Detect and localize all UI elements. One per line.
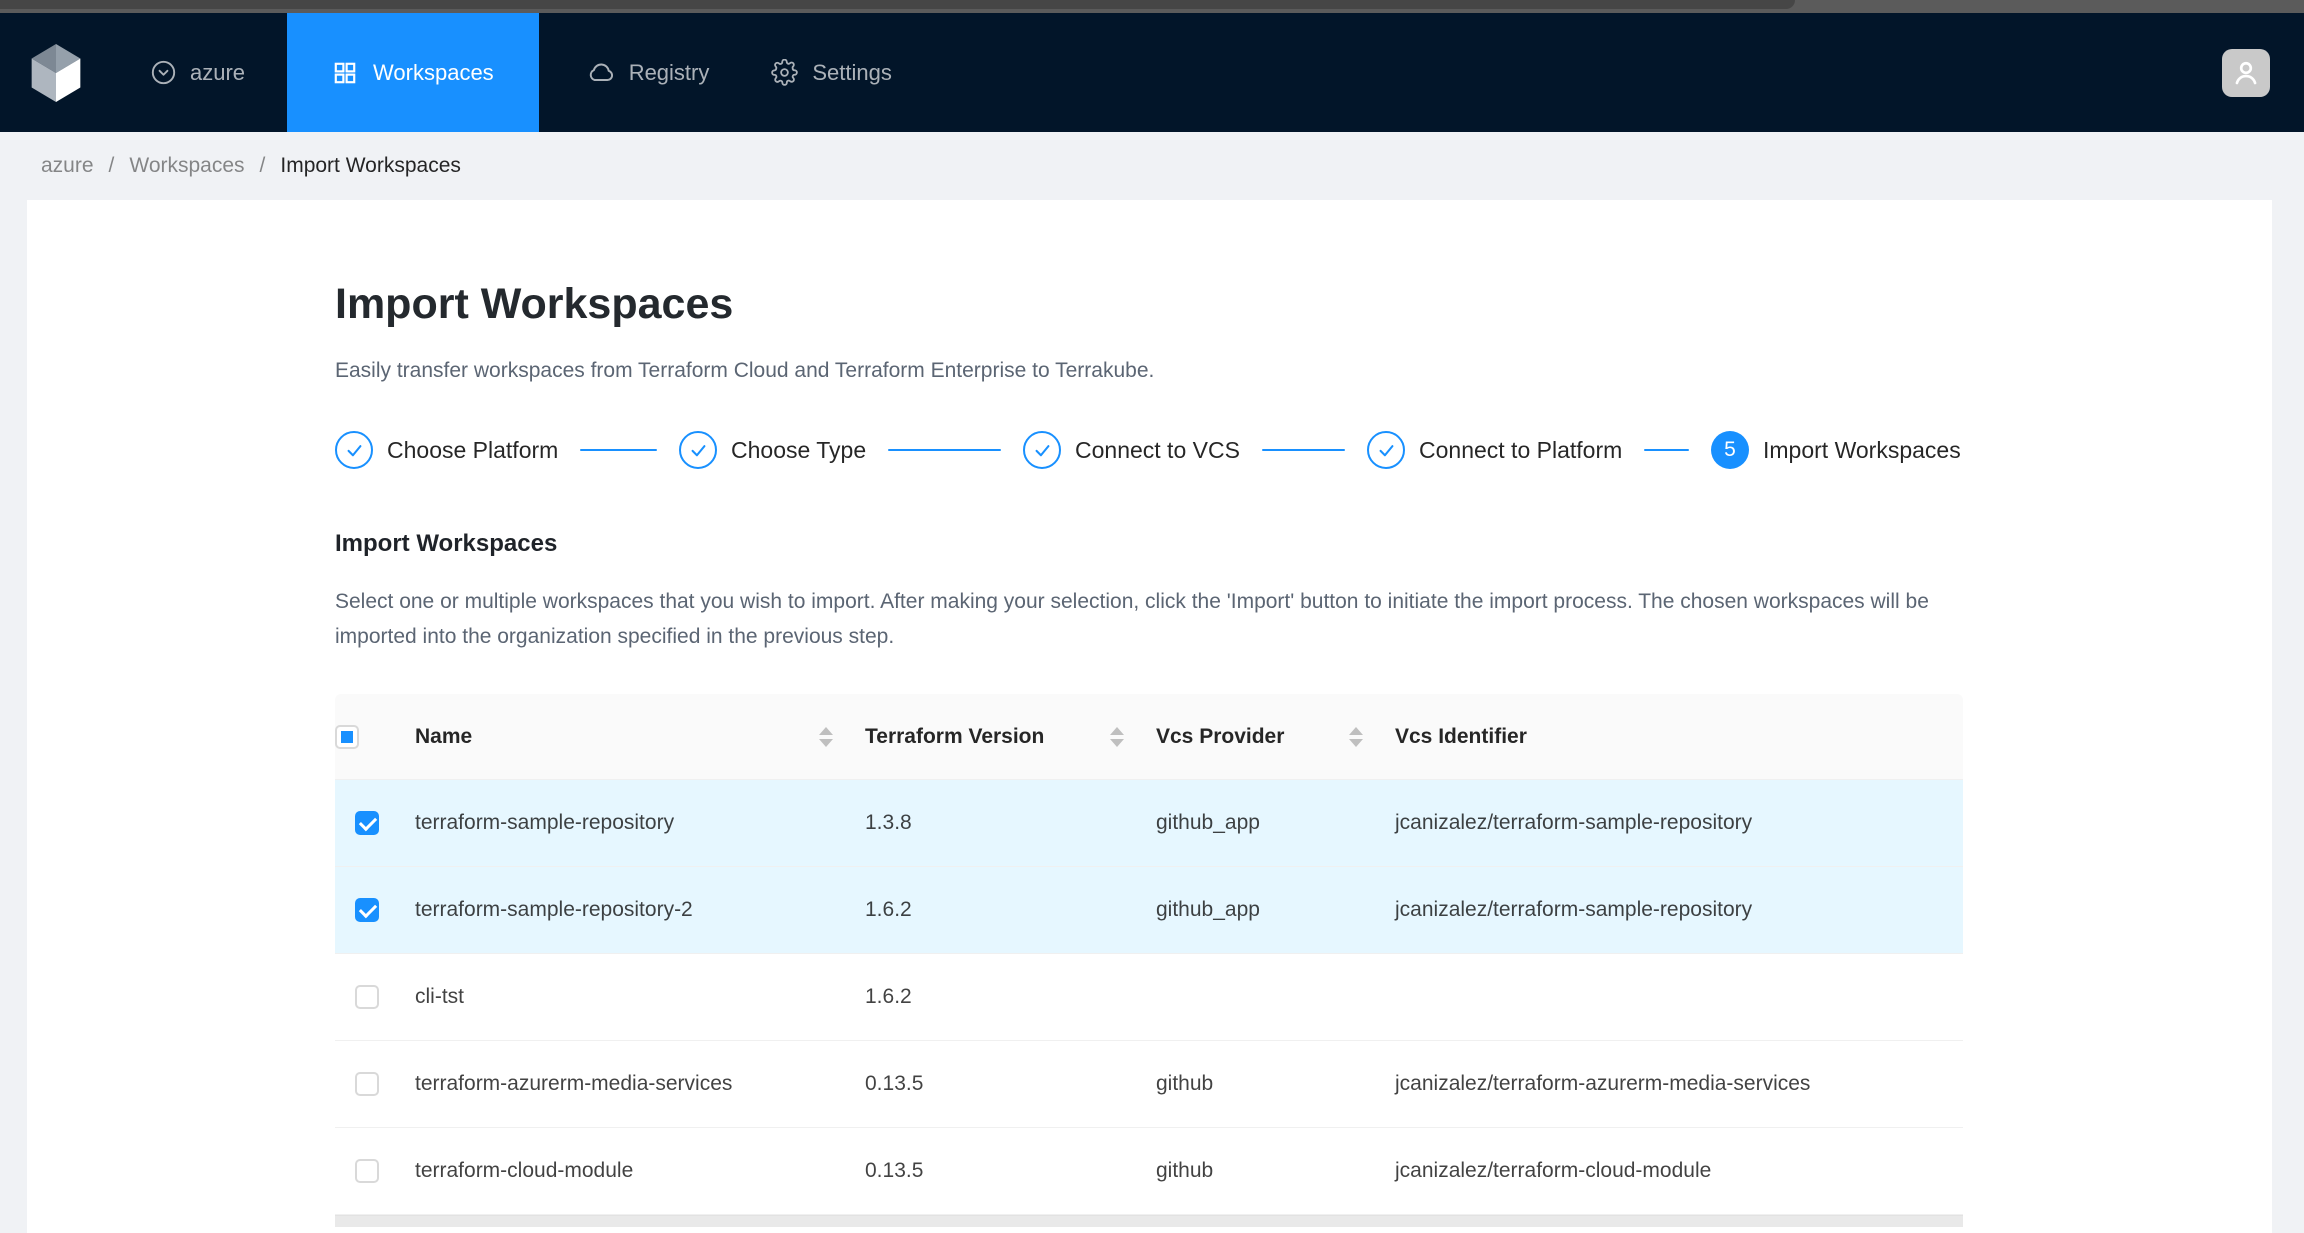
step-connect-to-vcs[interactable]: Connect to VCS	[1023, 431, 1367, 469]
step-label: Connect to Platform	[1419, 437, 1622, 464]
cell-name: terraform-sample-repository	[399, 811, 849, 835]
cell-name: cli-tst	[399, 985, 849, 1009]
user-person-icon	[2230, 57, 2262, 89]
breadcrumb-workspaces[interactable]: Workspaces	[129, 154, 244, 178]
step-connector	[888, 449, 1001, 452]
section-description: Select one or multiple workspaces that y…	[335, 584, 1963, 654]
table-row[interactable]: terraform-sample-repository-2 1.6.2 gith…	[335, 867, 1963, 954]
browser-tab-edge	[0, 0, 1795, 9]
cell-name: terraform-azurerm-media-services	[399, 1072, 849, 1096]
sort-carets-icon	[1110, 727, 1124, 747]
step-import-workspaces: 5 Import Workspaces	[1711, 431, 1961, 469]
cell-terraform-version: 0.13.5	[849, 1159, 1140, 1183]
cell-name: terraform-sample-repository-2	[399, 898, 849, 922]
org-name: azure	[190, 60, 245, 86]
column-header-vcs-provider[interactable]: Vcs Provider	[1140, 694, 1379, 779]
column-header-vcs-identifier: Vcs Identifier	[1379, 694, 1963, 779]
workspaces-table: Name Terraform Version Vcs Provider Vcs …	[335, 694, 1963, 1227]
step-check-icon	[679, 431, 717, 469]
top-navbar: azure Workspaces Registry Settings	[0, 13, 2304, 132]
cell-vcs-provider: github_app	[1140, 811, 1379, 835]
step-number-badge: 5	[1711, 431, 1749, 469]
page-title: Import Workspaces	[335, 278, 1963, 330]
registry-cloud-icon	[587, 59, 615, 87]
cell-terraform-version: 0.13.5	[849, 1072, 1140, 1096]
step-label: Choose Platform	[387, 437, 558, 464]
select-all-checkbox[interactable]	[335, 725, 359, 749]
table-row[interactable]: terraform-sample-repository 1.3.8 github…	[335, 780, 1963, 867]
settings-gear-icon	[771, 59, 798, 86]
breadcrumb-separator: /	[109, 154, 115, 178]
step-check-icon	[1367, 431, 1405, 469]
section-title: Import Workspaces	[335, 527, 1963, 560]
import-stepper: Choose Platform Choose Type Connect to V…	[335, 431, 1963, 469]
cell-vcs-provider: github	[1140, 1159, 1379, 1183]
step-label: Connect to VCS	[1075, 437, 1240, 464]
breadcrumb-org[interactable]: azure	[41, 154, 94, 178]
cell-vcs-identifier: jcanizalez/terraform-cloud-module	[1379, 1159, 1963, 1183]
breadcrumb-current-page: Import Workspaces	[280, 154, 461, 178]
org-switcher[interactable]: azure	[140, 13, 255, 132]
step-connect-to-platform[interactable]: Connect to Platform	[1367, 431, 1711, 469]
cell-vcs-identifier: jcanizalez/terraform-sample-repository	[1379, 811, 1963, 835]
nav-tab-settings-label: Settings	[812, 60, 892, 86]
workspaces-grid-icon	[332, 60, 358, 86]
page-subtitle: Easily transfer workspaces from Terrafor…	[335, 356, 1963, 386]
sort-carets-icon	[1349, 727, 1363, 747]
cell-vcs-identifier: jcanizalez/terraform-sample-repository	[1379, 898, 1963, 922]
step-check-icon	[335, 431, 373, 469]
step-label: Choose Type	[731, 437, 866, 464]
nav-tab-settings[interactable]: Settings	[761, 13, 902, 132]
step-choose-type[interactable]: Choose Type	[679, 431, 1023, 469]
cell-terraform-version: 1.6.2	[849, 898, 1140, 922]
table-scroll-strip	[335, 1215, 1963, 1227]
row-checkbox[interactable]	[355, 985, 379, 1009]
nav-tab-registry[interactable]: Registry	[577, 13, 720, 132]
browser-chrome-strip	[0, 0, 2304, 13]
step-check-icon	[1023, 431, 1061, 469]
breadcrumb: azure / Workspaces / Import Workspaces	[0, 132, 2304, 200]
nav-tab-workspaces[interactable]: Workspaces	[287, 13, 539, 132]
table-row[interactable]: cli-tst 1.6.2	[335, 954, 1963, 1041]
select-all-checkbox-cell	[335, 694, 399, 779]
terrakube-logo-icon[interactable]	[30, 44, 82, 102]
column-header-name[interactable]: Name	[399, 694, 849, 779]
table-row[interactable]: terraform-azurerm-media-services 0.13.5 …	[335, 1041, 1963, 1128]
step-label: Import Workspaces	[1763, 437, 1961, 464]
cell-terraform-version: 1.3.8	[849, 811, 1140, 835]
table-header-row: Name Terraform Version Vcs Provider Vcs …	[335, 694, 1963, 780]
cell-vcs-provider: github	[1140, 1072, 1379, 1096]
row-checkbox[interactable]	[355, 811, 379, 835]
step-connector	[580, 449, 657, 452]
nav-tab-workspaces-label: Workspaces	[373, 60, 494, 86]
cell-vcs-provider: github_app	[1140, 898, 1379, 922]
column-header-terraform-version[interactable]: Terraform Version	[849, 694, 1140, 779]
cell-terraform-version: 1.6.2	[849, 985, 1140, 1009]
step-connector	[1262, 449, 1345, 452]
breadcrumb-separator: /	[260, 154, 266, 178]
user-avatar-button[interactable]	[2222, 49, 2270, 97]
main-content-card: Import Workspaces Easily transfer worksp…	[27, 200, 2272, 1233]
cell-name: terraform-cloud-module	[399, 1159, 849, 1183]
row-checkbox[interactable]	[355, 898, 379, 922]
nav-tab-registry-label: Registry	[629, 60, 710, 86]
org-circle-chevron-icon	[150, 59, 177, 86]
sort-carets-icon	[819, 727, 833, 747]
table-row[interactable]: terraform-cloud-module 0.13.5 github jca…	[335, 1128, 1963, 1215]
cell-vcs-identifier: jcanizalez/terraform-azurerm-media-servi…	[1379, 1072, 1963, 1096]
step-connector	[1644, 449, 1689, 452]
row-checkbox[interactable]	[355, 1159, 379, 1183]
step-choose-platform[interactable]: Choose Platform	[335, 431, 679, 469]
row-checkbox[interactable]	[355, 1072, 379, 1096]
